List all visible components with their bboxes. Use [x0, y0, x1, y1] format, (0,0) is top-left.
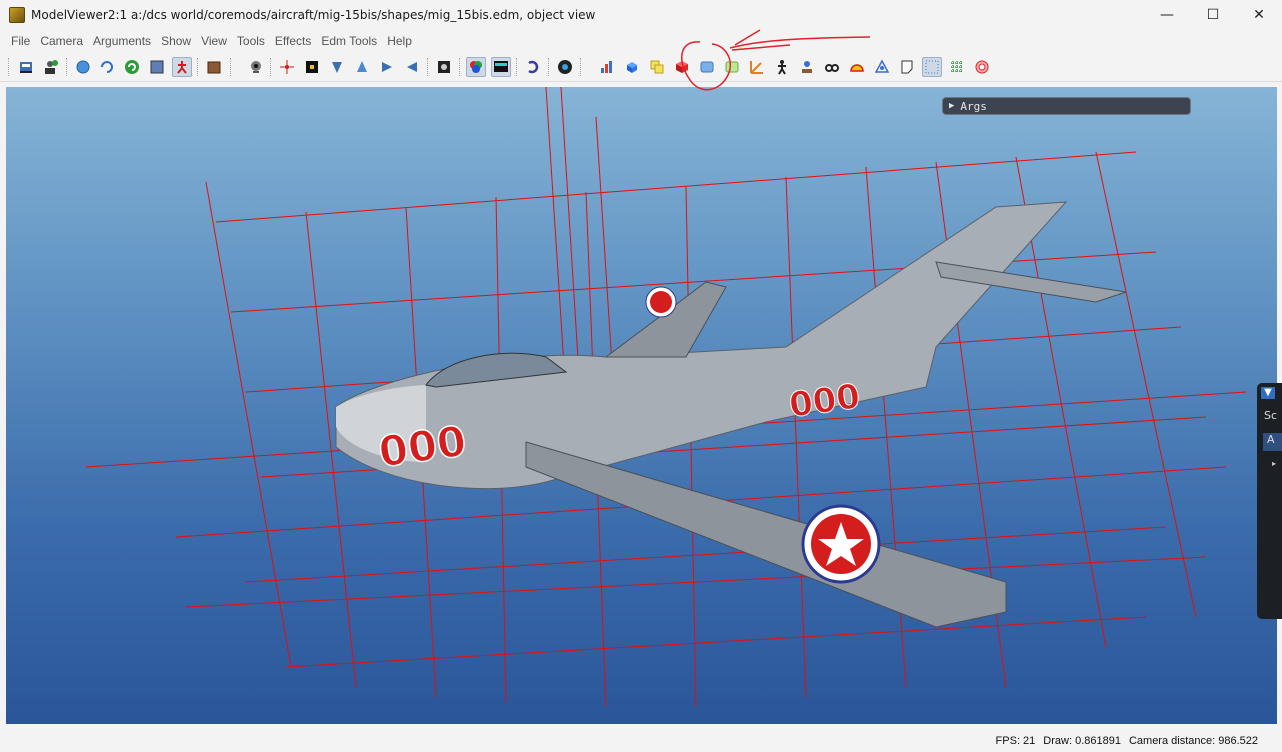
mig-15-aircraft: 000 000 [335, 201, 1127, 628]
network-icon[interactable] [872, 57, 892, 77]
side-panel-expander[interactable]: ▸ [1272, 459, 1276, 468]
toolbar-separator [459, 58, 460, 76]
title-bar: ModelViewer2:1 a:/dcs world/coremods/air… [0, 0, 1282, 30]
note-icon[interactable] [897, 57, 917, 77]
camera-distance-readout: Camera distance: 986.522 [1128, 735, 1258, 747]
add-user-icon[interactable] [40, 57, 60, 77]
monitor-icon[interactable] [491, 57, 511, 77]
window-title: ModelViewer2:1 a:/dcs world/coremods/air… [31, 8, 596, 22]
draw-readout: Draw: 0.861891 [1043, 735, 1121, 747]
status-bar: FPS: 21 Draw: 0.861891 Camera distance: … [0, 730, 1282, 752]
lamp-icon[interactable] [797, 57, 817, 77]
menu-file[interactable]: File [6, 34, 35, 48]
webcam-icon[interactable] [246, 57, 266, 77]
arrow-right-icon[interactable] [377, 57, 397, 77]
side-panel-item[interactable]: A [1263, 433, 1282, 451]
red-cube-icon[interactable] [672, 57, 692, 77]
toolbar-separator [580, 58, 581, 76]
args-label: Args [960, 99, 987, 113]
picture-icon[interactable] [147, 57, 167, 77]
maximize-button[interactable]: ☐ [1190, 0, 1236, 30]
side-panel[interactable]: ▼ Sc A ▸ [1257, 383, 1282, 619]
arrow-left-icon[interactable] [402, 57, 422, 77]
yellow-boxes-icon[interactable] [647, 57, 667, 77]
green-grid-icon[interactable] [947, 57, 967, 77]
undo-arc-icon[interactable] [523, 57, 543, 77]
open-file-icon[interactable] [16, 57, 36, 77]
shell-icon[interactable] [847, 57, 867, 77]
toolbar-separator [230, 58, 231, 76]
toolbar-separator [197, 58, 198, 76]
tail-number: 000 [787, 376, 863, 425]
green-box-icon[interactable] [722, 57, 742, 77]
app-icon [9, 7, 25, 23]
toolbar-separator [8, 58, 9, 76]
toolbar [0, 52, 1282, 82]
close-button[interactable]: ✕ [1236, 0, 1282, 30]
args-panel-header[interactable]: ▶ Args [942, 97, 1191, 115]
light-spot-icon[interactable] [352, 57, 372, 77]
menu-help[interactable]: Help [382, 34, 417, 48]
collapse-triangle-icon[interactable]: ▼ [1261, 387, 1275, 399]
menu-arguments[interactable]: Arguments [88, 34, 156, 48]
target-icon[interactable] [972, 57, 992, 77]
menu-camera[interactable]: Camera [35, 34, 88, 48]
globe-icon[interactable] [73, 57, 93, 77]
scene-render: 000 000 [85, 87, 1247, 708]
toolbar-separator [66, 58, 67, 76]
light-cone-icon[interactable] [327, 57, 347, 77]
toolbar-separator [548, 58, 549, 76]
menu-effects[interactable]: Effects [270, 34, 316, 48]
blue-box-icon[interactable] [697, 57, 717, 77]
reload-green-icon[interactable] [122, 57, 142, 77]
expand-arrow-icon: ▶ [949, 101, 955, 111]
toolbar-separator [516, 58, 517, 76]
window-controls: — ☐ ✕ [1144, 0, 1282, 30]
minimize-button[interactable]: — [1144, 0, 1190, 30]
3d-viewport[interactable]: 000 000 ▶ Args [6, 87, 1277, 724]
grid-dots-icon[interactable] [922, 57, 942, 77]
bar-chart-icon[interactable] [597, 57, 617, 77]
menu-bar: File Camera Arguments Show View Tools Ef… [0, 30, 1282, 51]
color-rgb-icon[interactable] [466, 57, 486, 77]
side-panel-label: Sc [1264, 409, 1278, 422]
refresh-icon[interactable] [97, 57, 117, 77]
fps-readout: FPS: 21 [995, 735, 1036, 747]
toolbar-separator [427, 58, 428, 76]
black-square-icon[interactable] [302, 57, 322, 77]
toolbar-separator [270, 58, 271, 76]
figure-icon[interactable] [772, 57, 792, 77]
cube-brown-icon[interactable] [204, 57, 224, 77]
menu-view[interactable]: View [196, 34, 232, 48]
blue-cube-icon[interactable] [622, 57, 642, 77]
crosshair-icon[interactable] [277, 57, 297, 77]
goggles-icon[interactable] [822, 57, 842, 77]
eye-ball-icon[interactable] [555, 57, 575, 77]
axes-icon[interactable] [747, 57, 767, 77]
material-icon[interactable] [434, 57, 454, 77]
menu-tools[interactable]: Tools [232, 34, 270, 48]
skeleton-icon[interactable] [172, 57, 192, 77]
menu-show[interactable]: Show [156, 34, 196, 48]
menu-edm-tools[interactable]: Edm Tools [316, 34, 382, 48]
